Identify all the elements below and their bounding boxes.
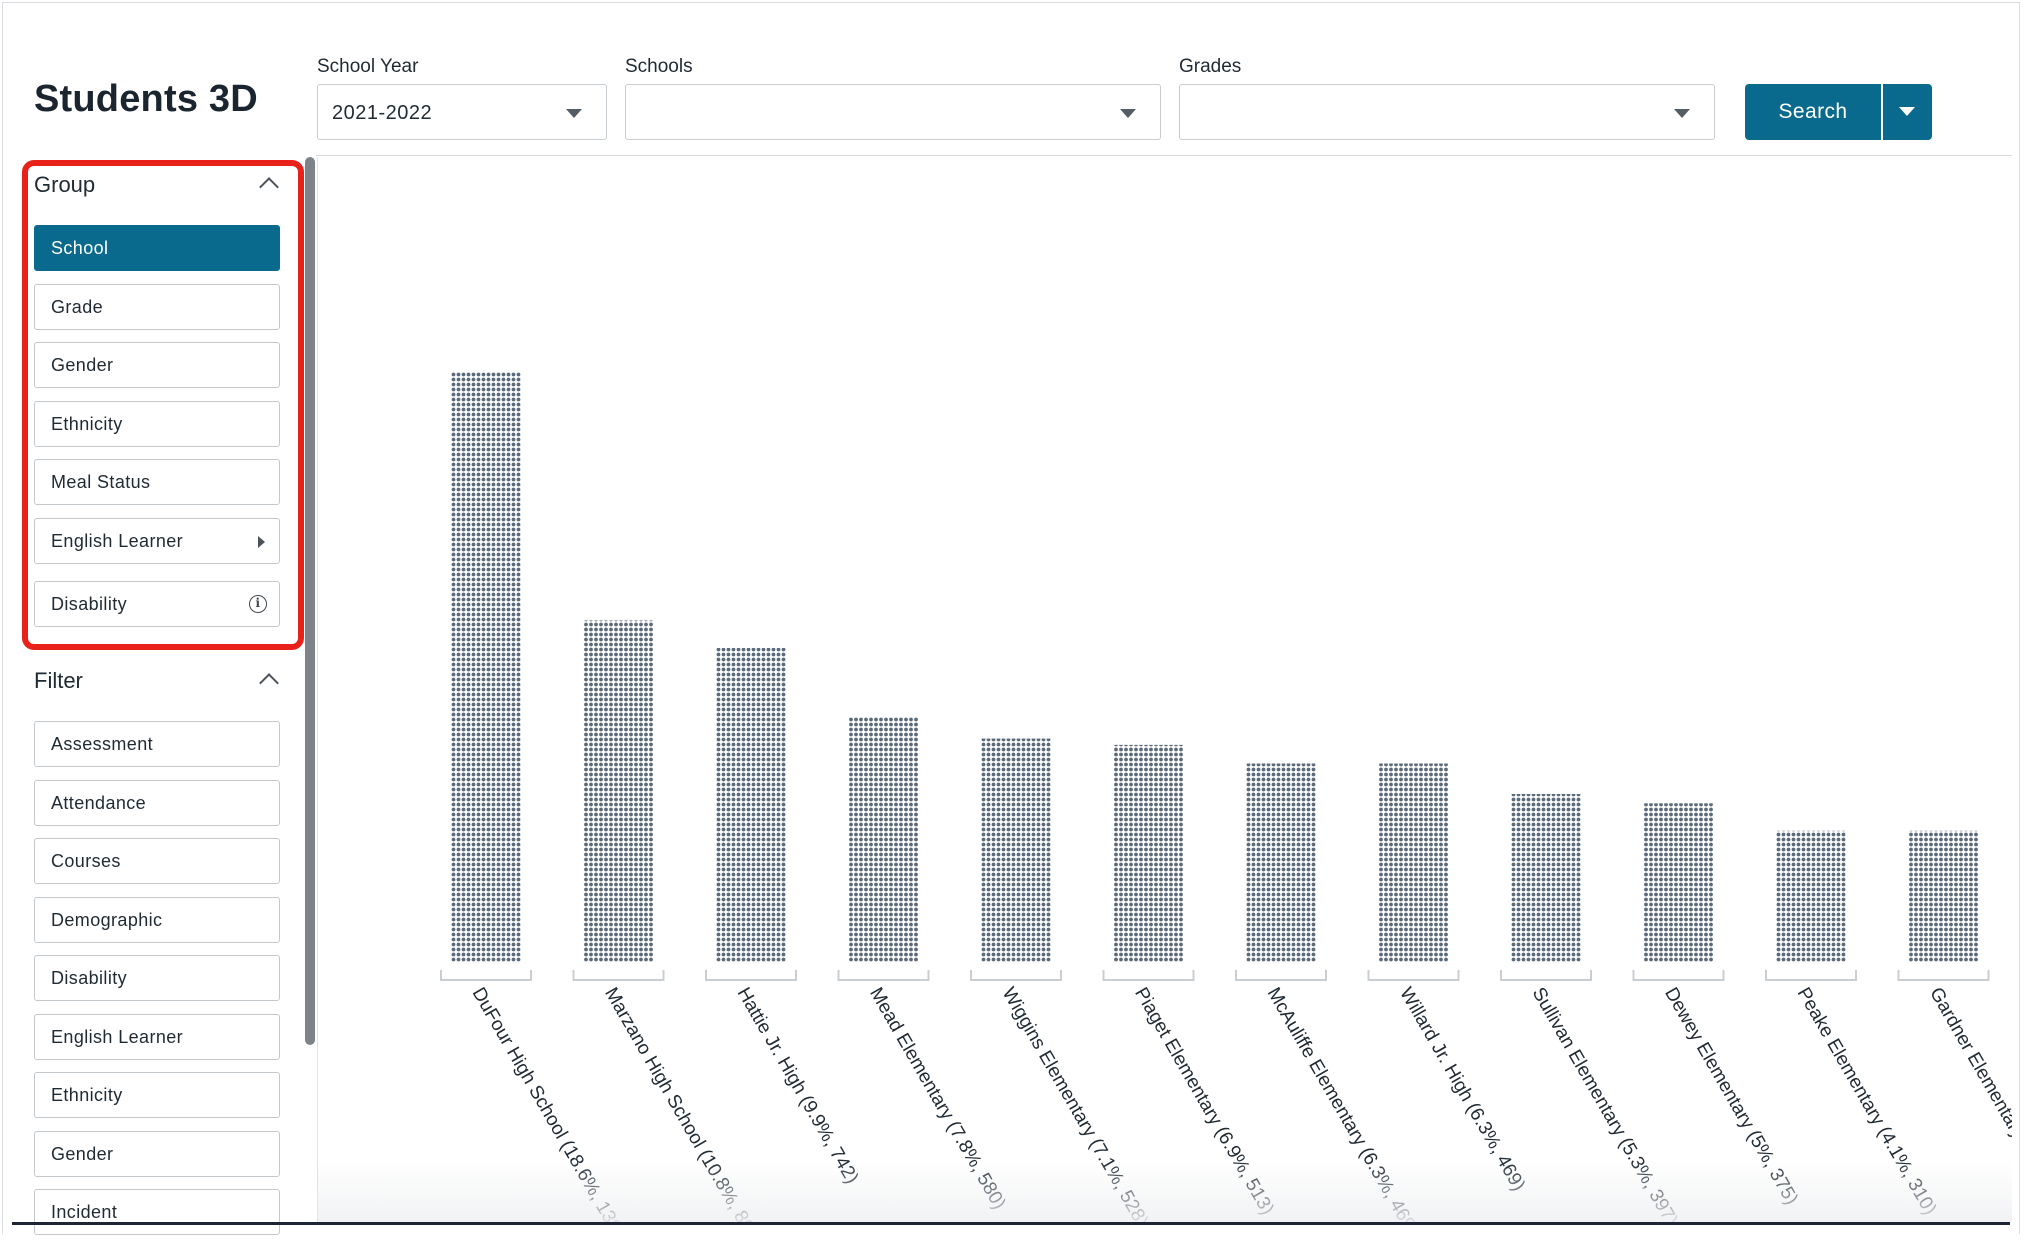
- caret-down-icon: [566, 109, 582, 118]
- group-option-gender[interactable]: Gender: [34, 342, 280, 388]
- bar-baseline-bracket: [572, 970, 665, 981]
- category-label: Mead Elementary (7.8%, 580): [865, 984, 1009, 1213]
- bar-dots[interactable]: [1113, 744, 1184, 962]
- filter-option-demographic[interactable]: Demographic: [34, 897, 280, 943]
- option-label: Ethnicity: [51, 414, 123, 434]
- category-label: Dewey Elementary (5%, 375): [1660, 984, 1802, 1209]
- option-label: Gender: [51, 1144, 114, 1164]
- group-option-meal-status[interactable]: Meal Status: [34, 459, 280, 505]
- students-bar-chart: DuFour High School (18.6%, 1394)Marzano …: [440, 372, 2013, 1225]
- filter-option-gender[interactable]: Gender: [34, 1131, 280, 1177]
- schools-label: Schools: [625, 56, 693, 77]
- option-label: Meal Status: [51, 472, 151, 492]
- chart-bar[interactable]: Hattie Jr. High (9.9%, 742): [705, 647, 863, 1188]
- school-year-value: 2021-2022: [332, 102, 433, 124]
- search-button[interactable]: Search: [1745, 84, 1881, 140]
- option-label: Gender: [51, 355, 114, 375]
- bar-dots[interactable]: [716, 647, 786, 962]
- option-label: Demographic: [51, 910, 163, 930]
- category-label: DuFour High School (18.6%, 1394): [468, 984, 634, 1225]
- group-option-school[interactable]: School: [34, 225, 280, 271]
- filter-section-title: Filter: [34, 668, 83, 693]
- page-title: Students 3D: [34, 78, 258, 120]
- bar-dots[interactable]: [1908, 830, 1979, 962]
- collapse-filter-icon[interactable]: [259, 673, 279, 693]
- category-label: McAuliffe Elementary (6.3%, 469): [1263, 984, 1423, 1225]
- group-section-title: Group: [34, 172, 96, 197]
- school-year-label: School Year: [317, 56, 419, 77]
- caret-down-icon: [1899, 107, 1915, 116]
- category-label: Hattie Jr. High (9.9%, 742): [733, 984, 863, 1187]
- option-label: English Learner: [51, 1027, 184, 1047]
- category-label: Willard Jr. High (6.3%, 469): [1395, 984, 1529, 1195]
- bar-baseline-bracket: [440, 970, 532, 981]
- option-label: Ethnicity: [51, 1085, 123, 1105]
- bar-baseline-bracket: [1367, 970, 1460, 981]
- bar-dots[interactable]: [981, 738, 1051, 962]
- bar-dots[interactable]: [583, 620, 654, 962]
- option-label: Disability: [51, 968, 128, 988]
- filter-option-assessment[interactable]: Assessment: [34, 721, 280, 767]
- bar-baseline-bracket: [1632, 970, 1725, 981]
- filter-option-english-learner[interactable]: English Learner: [34, 1014, 280, 1060]
- schools-select[interactable]: [625, 84, 1161, 140]
- category-label: Gardner Elementary: [1925, 984, 2012, 1143]
- bar-dots[interactable]: [1378, 763, 1449, 962]
- bar-dots[interactable]: [1643, 803, 1714, 962]
- group-option-ethnicity[interactable]: Ethnicity: [34, 401, 280, 447]
- chart-bar[interactable]: Gardner Elementary: [1897, 830, 2013, 1143]
- category-label: Peake Elementary (4.1%, 310): [1793, 984, 1941, 1219]
- info-icon[interactable]: i: [249, 595, 267, 613]
- caret-down-icon: [1120, 109, 1136, 118]
- chart-area: DuFour High School (18.6%, 1394) Marzano …: [318, 157, 2012, 1225]
- option-label: Grade: [51, 297, 104, 317]
- option-label: Attendance: [51, 793, 147, 813]
- bar-dots[interactable]: [1776, 830, 1846, 962]
- search-options-button[interactable]: [1883, 84, 1932, 140]
- filter-option-disability[interactable]: Disability: [34, 955, 280, 1001]
- bar-dots[interactable]: [1246, 763, 1316, 962]
- grades-label: Grades: [1179, 56, 1242, 77]
- category-label: Sullivan Elementary (5.3%, 397): [1528, 984, 1682, 1225]
- bar-baseline-bracket: [970, 970, 1062, 981]
- filter-option-attendance[interactable]: Attendance: [34, 780, 280, 826]
- category-label: Piaget Elementary (6.9%, 513): [1130, 984, 1278, 1219]
- bar-baseline-bracket: [1897, 970, 1990, 981]
- header-divider: [316, 155, 2012, 156]
- sidebar-scrollbar[interactable]: [305, 157, 315, 1045]
- option-label: English Learner: [51, 531, 184, 551]
- category-label: Marzano High School (10.8%, 807): [600, 984, 766, 1225]
- bar-dots[interactable]: [451, 372, 521, 962]
- bar-baseline-bracket: [1235, 970, 1327, 981]
- option-label: Assessment: [51, 734, 154, 754]
- bottom-bar: [12, 1222, 2010, 1225]
- bar-dots[interactable]: [848, 716, 919, 962]
- option-label: Disability: [51, 594, 128, 614]
- bar-baseline-bracket: [837, 970, 930, 981]
- filter-option-courses[interactable]: Courses: [34, 838, 280, 884]
- bar-baseline-bracket: [1765, 970, 1857, 981]
- category-label: Wiggins Elementary (7.1%, 528): [998, 984, 1152, 1225]
- filter-option-incident[interactable]: Incident: [34, 1189, 280, 1235]
- bar-baseline-bracket: [1102, 970, 1195, 981]
- filter-option-ethnicity[interactable]: Ethnicity: [34, 1072, 280, 1118]
- option-label: School: [51, 238, 109, 258]
- bar-baseline-bracket: [705, 970, 797, 981]
- sidebar: Group School Grade Gender Ethnicity Meal…: [0, 160, 316, 1240]
- caret-down-icon: [1674, 109, 1690, 118]
- bar-dots[interactable]: [1511, 793, 1581, 962]
- grades-select[interactable]: [1179, 84, 1715, 140]
- group-option-grade[interactable]: Grade: [34, 284, 280, 330]
- collapse-group-icon[interactable]: [259, 177, 279, 197]
- group-option-english-learner[interactable]: English Learner: [34, 518, 280, 564]
- school-year-select[interactable]: 2021-2022: [317, 84, 607, 140]
- chevron-right-icon: [258, 536, 265, 548]
- group-option-disability[interactable]: Disability i: [34, 581, 280, 627]
- bar-baseline-bracket: [1500, 970, 1592, 981]
- option-label: Courses: [51, 851, 121, 871]
- option-label: Incident: [51, 1202, 118, 1222]
